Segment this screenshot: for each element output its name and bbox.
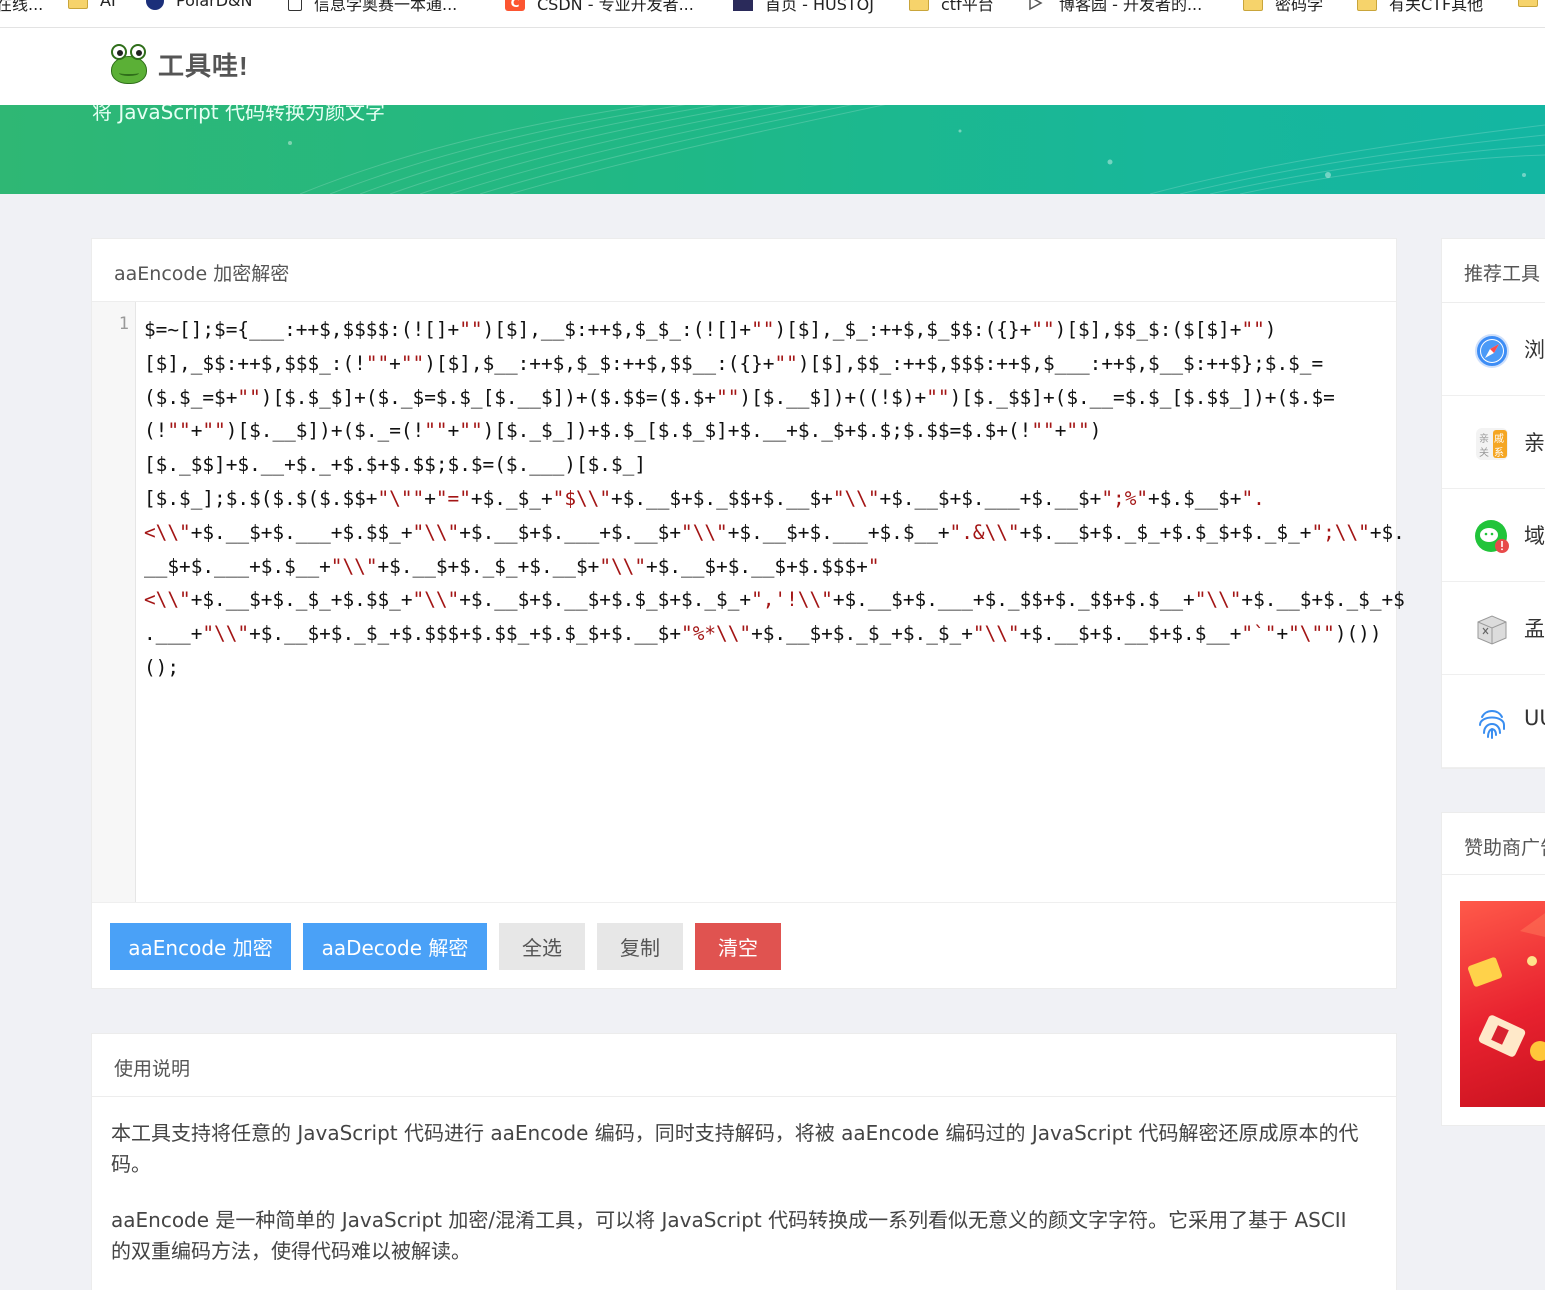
code-line: <\\"+$.__$+$._$_+$.$$_+"\\"+$.__$+$.__$+… bbox=[144, 588, 1405, 612]
frog-logo-icon bbox=[108, 42, 150, 86]
sidebar-tool-label: UU bbox=[1524, 706, 1545, 730]
sidebar-tool-item[interactable]: 孟 bbox=[1442, 582, 1545, 675]
decode-button[interactable]: aaDecode 解密 bbox=[303, 923, 487, 970]
compass-icon bbox=[1475, 334, 1509, 368]
folder-icon bbox=[909, 0, 929, 11]
bookmark-item[interactable]: PolarD&N bbox=[146, 0, 252, 10]
banner-subtitle: 将 JavaScript 代码转换为颜文字 bbox=[92, 105, 385, 124]
folder-icon bbox=[1357, 0, 1377, 11]
divider bbox=[92, 1096, 1396, 1097]
relation-icon: 亲 关 戚 系 bbox=[1476, 428, 1508, 460]
svg-text:系: 系 bbox=[1494, 447, 1504, 459]
bookmark-item[interactable]: 有关CTF其他 bbox=[1357, 0, 1483, 15]
bookmark-item[interactable]: 首页 - HUSTOJ bbox=[733, 0, 874, 15]
line-number: 1 bbox=[118, 314, 129, 334]
clear-button[interactable]: 清空 bbox=[695, 923, 781, 970]
sidebar-tool-item[interactable]: 亲 关 戚 系 亲 bbox=[1442, 396, 1545, 489]
bookmark-item[interactable]: AI bbox=[68, 0, 116, 10]
usage-card: 使用说明 本工具支持将任意的 JavaScript 代码进行 aaEncode … bbox=[91, 1033, 1397, 1290]
folder-icon bbox=[1518, 0, 1538, 7]
site-logo[interactable]: 工具哇! bbox=[108, 42, 249, 86]
code-line: __$+$.___+$.$__+"\\"+$.__$+$._$_+$.__$+"… bbox=[144, 554, 880, 578]
sponsor-ad-card: 赞助商广告 bbox=[1441, 812, 1545, 1126]
csdn-icon: C bbox=[505, 0, 525, 11]
bookmark-item[interactable] bbox=[1518, 0, 1545, 7]
sponsor-ad-image[interactable] bbox=[1460, 901, 1545, 1107]
hustoj-icon bbox=[733, 0, 753, 11]
bookmark-item[interactable]: C CSDN - 专业开发者... bbox=[505, 0, 694, 15]
sidebar-tool-item[interactable]: UU bbox=[1442, 675, 1545, 768]
code-line: .___+"\\"+$.__$+$._$_+$.$$$+$.$$_+$.$_$+… bbox=[144, 622, 1382, 646]
code-line: [$.$_];$.$($.$($.$$+"\""+"="+$._$_+"$\\"… bbox=[144, 486, 1265, 510]
wechat-icon bbox=[1475, 520, 1509, 553]
site-header: 工具哇! bbox=[0, 28, 1545, 105]
aaencode-tool-card: aaEncode 加密解密 1 $=~[];$={___:++$,$$$$:(!… bbox=[91, 238, 1405, 989]
bookmark-item[interactable]: 在线... bbox=[0, 0, 43, 15]
copy-button[interactable]: 复制 bbox=[597, 923, 683, 970]
sidebar-tool-item[interactable]: 域 bbox=[1442, 489, 1545, 582]
code-content[interactable]: $=~[];$={___:++$,$$$$:(![]+"")[$],__$:++… bbox=[144, 313, 1405, 685]
sponsor-ad-title: 赞助商广告 bbox=[1464, 837, 1545, 859]
recommended-tools-title: 推荐工具 bbox=[1464, 263, 1541, 285]
line-number-gutter: 1 bbox=[92, 302, 136, 902]
code-line: [$],_$$:++$,$$$_:(!""+"")[$],$__:++$,$_$… bbox=[144, 351, 1324, 375]
sidebar-tool-item[interactable]: 浏 bbox=[1442, 303, 1545, 396]
select-all-button[interactable]: 全选 bbox=[499, 923, 585, 970]
bookmark-item[interactable]: ctf平台 bbox=[909, 0, 994, 15]
bookmark-item[interactable]: 信息学奥赛一本通... bbox=[288, 0, 457, 15]
svg-text:戚: 戚 bbox=[1494, 433, 1504, 445]
logo-text: 工具哇! bbox=[158, 50, 249, 81]
divider bbox=[1442, 874, 1545, 875]
code-line: [$._$$]+$.__+$._+$.$+$.$$;$.$=($.___)[$.… bbox=[144, 453, 646, 477]
hero-banner: 将 JavaScript 代码转换为颜文字 bbox=[0, 105, 1545, 194]
svg-text:亲: 亲 bbox=[1479, 432, 1489, 445]
folder-icon bbox=[1243, 0, 1263, 11]
sidebar-tool-label: 孟 bbox=[1524, 617, 1545, 641]
cube-icon bbox=[1477, 615, 1507, 645]
code-line: <\\"+$.__$+$.___+$.$$_+"\\"+$.__$+$.___+… bbox=[144, 520, 1405, 544]
code-line: $=~[];$={___:++$,$$$$:(![]+"")[$],__$:++… bbox=[144, 318, 1277, 341]
svg-text:关: 关 bbox=[1479, 446, 1489, 459]
tool-title: aaEncode 加密解密 bbox=[114, 263, 290, 285]
bookmarks-bar: 在线... AI PolarD&N 信息学奥赛一本通... C CSDN - 专业… bbox=[0, 0, 1545, 28]
code-line: (); bbox=[144, 655, 180, 679]
sidebar-tool-label: 亲 bbox=[1524, 431, 1545, 455]
usage-paragraph: aaEncode 是一种简单的 JavaScript 加密/混淆工具，可以将 J… bbox=[111, 1208, 1347, 1263]
recommended-tools-card: 推荐工具 浏 亲 关 戚 系 亲 域 孟 U bbox=[1441, 238, 1545, 769]
usage-paragraph: 本工具支持将任意的 JavaScript 代码进行 aaEncode 编码，同时… bbox=[111, 1121, 1359, 1176]
usage-title: 使用说明 bbox=[114, 1058, 191, 1080]
folder-icon bbox=[68, 0, 88, 9]
sidebar-tool-label: 域 bbox=[1524, 524, 1545, 548]
code-line: ($.$_=$+"")[$.$_$]+($._$=$.$_[$.__$])+($… bbox=[144, 385, 1335, 409]
bookmark-item[interactable]: 博客园 - 开发者的... bbox=[1027, 0, 1202, 15]
encode-button[interactable]: aaEncode 加密 bbox=[110, 923, 291, 970]
document-icon bbox=[288, 0, 302, 11]
code-line: (!""+"")[$.__$])+($._=(!""+"")[$._$_])+$… bbox=[144, 419, 1102, 443]
sidebar-tool-label: 浏 bbox=[1524, 338, 1545, 362]
fingerprint-icon bbox=[1479, 710, 1505, 739]
polar-icon bbox=[146, 0, 164, 10]
bookmark-item[interactable]: 密码学 bbox=[1243, 0, 1323, 15]
action-bar: aaEncode 加密 aaDecode 解密 全选 复制 清空 bbox=[92, 902, 1396, 989]
code-editor[interactable]: 1 $=~[];$={___:++$,$$$$:(![]+"")[$],__$:… bbox=[92, 302, 1405, 902]
cnblogs-icon bbox=[1027, 0, 1047, 11]
